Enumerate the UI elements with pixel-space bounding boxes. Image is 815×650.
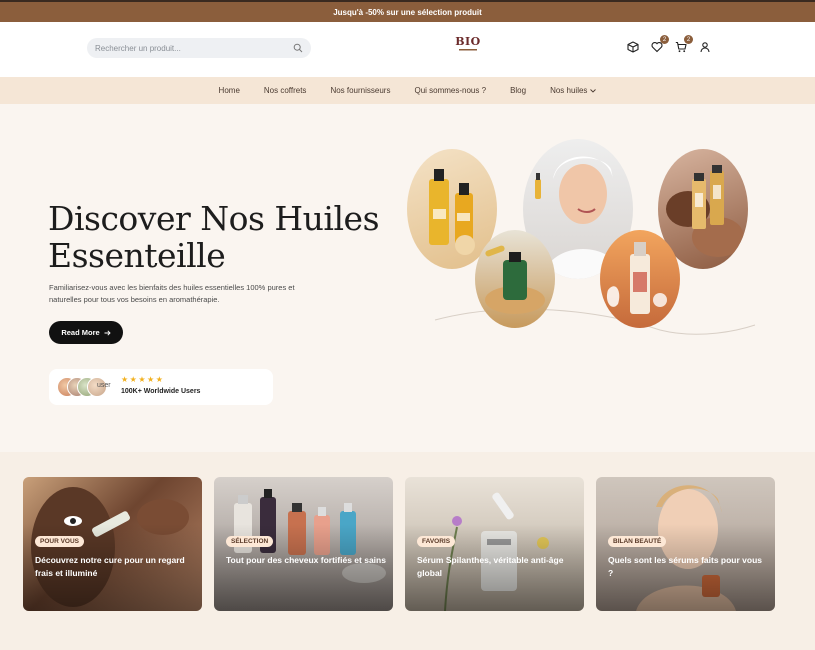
card-tag: BILAN BEAUTÉ <box>608 536 667 547</box>
hero-title: Discover Nos Huiles Essenteille <box>48 199 380 275</box>
arrow-right-icon <box>104 329 111 336</box>
announcement-bar: Jusqu'à -50% sur une sélection produit <box>0 0 815 22</box>
logo-emblem <box>459 49 477 51</box>
search-icon[interactable] <box>293 43 303 53</box>
nav-item-huiles[interactable]: Nos huiles <box>550 86 597 95</box>
card-tag: FAVORIS <box>417 536 456 547</box>
search-input[interactable] <box>95 43 293 53</box>
article-card[interactable]: SÉLECTION Tout pour des cheveux fortifié… <box>214 477 393 611</box>
nav-item-home[interactable]: Home <box>219 86 240 95</box>
article-card[interactable]: BILAN BEAUTÉ Quels sont les sérums faits… <box>596 477 775 611</box>
announcement-text: Jusqu'à -50% sur une sélection produit <box>333 7 482 17</box>
hero-subtitle: Familiarisez-vous avec les bienfaits des… <box>49 283 295 304</box>
nav-item-huiles-label: Nos huiles <box>550 86 588 95</box>
product-image-spray <box>600 230 680 328</box>
read-more-label: Read More <box>61 328 100 337</box>
site-header: BIO 2 2 <box>0 22 815 77</box>
card-title[interactable]: Découvrez notre cure pour un regard frai… <box>35 554 195 580</box>
box-icon[interactable] <box>626 40 640 54</box>
main-nav: Home Nos coffrets Nos fournisseurs Qui s… <box>0 77 815 104</box>
avatar-alt-text: user <box>97 382 111 389</box>
article-card[interactable]: FAVORIS Sérum Spilanthes, véritable anti… <box>405 477 584 611</box>
card-tag: POUR VOUS <box>35 536 85 547</box>
wishlist-button[interactable]: 2 <box>650 35 669 54</box>
nav-item-blog[interactable]: Blog <box>510 86 526 95</box>
users-badge: user ★★★★★ 100K+ Worldwide Users <box>49 369 273 405</box>
nav-item-fournisseurs[interactable]: Nos fournisseurs <box>330 86 390 95</box>
rating-stars: ★★★★★ <box>121 375 165 384</box>
nav-item-qui-sommes-nous[interactable]: Qui sommes-nous ? <box>414 86 486 95</box>
read-more-button[interactable]: Read More <box>49 321 123 344</box>
articles-section: POUR VOUS Découvrez notre cure pour un r… <box>0 452 815 650</box>
wishlist-count-badge: 2 <box>660 35 669 44</box>
cart-button[interactable]: 2 <box>674 35 693 54</box>
users-count: 100K+ Worldwide Users <box>121 388 201 395</box>
hero-image-collage <box>400 135 760 335</box>
card-title[interactable]: Quels sont les sérums faits pour vous ? <box>608 554 768 580</box>
card-tag: SÉLECTION <box>226 536 274 547</box>
card-title[interactable]: Sérum Spilanthes, véritable anti-âge glo… <box>417 554 577 580</box>
user-icon[interactable] <box>698 40 712 54</box>
article-card[interactable]: POUR VOUS Découvrez notre cure pour un r… <box>23 477 202 611</box>
product-image-dropper <box>475 230 555 328</box>
cart-count-badge: 2 <box>684 35 693 44</box>
logo-text: BIO <box>455 35 481 48</box>
nav-item-coffrets[interactable]: Nos coffrets <box>264 86 307 95</box>
site-logo[interactable]: BIO <box>455 36 481 60</box>
chevron-down-icon <box>590 88 597 93</box>
card-title[interactable]: Tout pour des cheveux fortifiés et sains <box>226 554 386 567</box>
search-bar[interactable] <box>87 38 311 58</box>
